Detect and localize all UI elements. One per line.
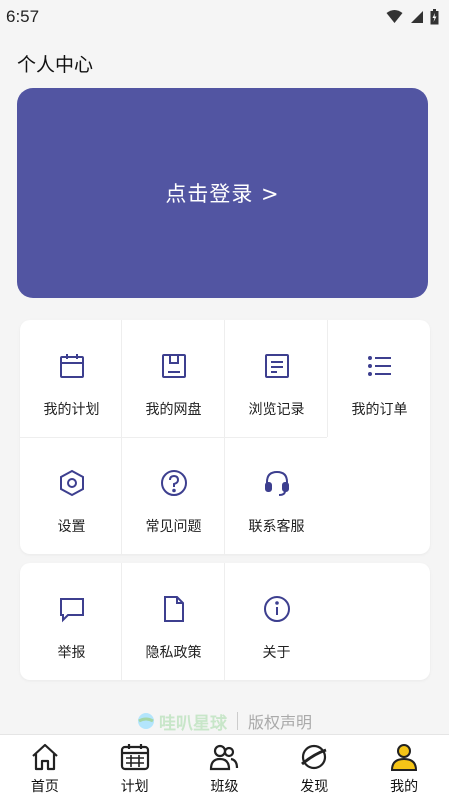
menu-item-label: 浏览记录 bbox=[248, 402, 305, 418]
tab-label: 首页 bbox=[30, 779, 59, 795]
tab-label: 班级 bbox=[210, 779, 239, 795]
calendar-icon bbox=[57, 351, 87, 381]
menu-item-label: 关于 bbox=[262, 645, 291, 661]
history-doc-icon bbox=[262, 351, 292, 381]
wifi-icon bbox=[386, 10, 403, 23]
user-icon bbox=[388, 741, 420, 773]
menu-item-label: 我的计划 bbox=[43, 402, 100, 418]
tab-label: 我的 bbox=[390, 779, 419, 795]
menu-item-label: 隐私政策 bbox=[145, 645, 202, 661]
menu-item-my-drive[interactable]: 我的网盘 bbox=[122, 320, 225, 419]
tab-class[interactable]: 班级 bbox=[180, 735, 270, 800]
footer-note: 哇叭星球 版权声明 bbox=[0, 708, 449, 734]
tab-mine[interactable]: 我的 bbox=[359, 735, 449, 800]
calendar-grid-icon bbox=[119, 741, 151, 773]
bottom-tab-bar: 首页 计划 班级 发现 我的 bbox=[0, 734, 449, 800]
battery-icon bbox=[430, 9, 439, 25]
menu-card-secondary: 举报 隐私政策 关于 bbox=[20, 563, 430, 680]
question-icon bbox=[159, 468, 189, 498]
divider bbox=[236, 712, 238, 730]
privacy-doc-icon bbox=[159, 594, 189, 624]
planet-icon bbox=[298, 741, 330, 773]
brand-planet-icon bbox=[137, 713, 154, 729]
copyright-link[interactable]: 版权声明 bbox=[248, 709, 312, 733]
menu-item-label: 联系客服 bbox=[248, 519, 305, 535]
tab-label: 发现 bbox=[300, 779, 329, 795]
brand-name: 哇叭星球 bbox=[158, 713, 227, 734]
menu-item-report[interactable]: 举报 bbox=[20, 563, 123, 662]
menu-item-history[interactable]: 浏览记录 bbox=[225, 320, 328, 419]
tab-discover[interactable]: 发现 bbox=[269, 735, 359, 800]
tab-label: 计划 bbox=[120, 779, 149, 795]
order-list-icon bbox=[365, 351, 395, 381]
login-label[interactable]: 点击登录 > bbox=[165, 178, 279, 208]
cloud-disk-icon bbox=[159, 351, 189, 381]
menu-item-label: 设置 bbox=[57, 519, 86, 535]
menu-item-label: 举报 bbox=[57, 645, 86, 661]
home-icon bbox=[29, 741, 61, 773]
menu-item-label: 我的网盘 bbox=[145, 402, 202, 418]
report-chat-icon bbox=[57, 594, 87, 624]
login-card[interactable]: 点击登录 > bbox=[17, 88, 428, 298]
brand-logo: 哇叭星球 bbox=[137, 709, 227, 734]
info-icon bbox=[262, 594, 292, 624]
menu-item-contact-support[interactable]: 联系客服 bbox=[225, 437, 328, 536]
menu-item-label: 我的订单 bbox=[351, 402, 408, 418]
menu-item-my-plan[interactable]: 我的计划 bbox=[20, 320, 123, 419]
headset-icon bbox=[262, 468, 292, 498]
tab-plan[interactable]: 计划 bbox=[90, 735, 180, 800]
menu-item-faq[interactable]: 常见问题 bbox=[122, 437, 225, 536]
tab-home[interactable]: 首页 bbox=[0, 735, 90, 800]
settings-hexagon-icon bbox=[57, 468, 87, 498]
menu-item-about[interactable]: 关于 bbox=[225, 563, 328, 662]
menu-item-settings[interactable]: 设置 bbox=[20, 437, 123, 536]
menu-item-my-orders[interactable]: 我的订单 bbox=[328, 320, 431, 419]
group-icon bbox=[208, 741, 240, 773]
menu-item-privacy-policy[interactable]: 隐私政策 bbox=[122, 563, 225, 662]
page-title: 个人中心 bbox=[17, 54, 94, 76]
status-time: 6:57 bbox=[6, 7, 40, 26]
status-bar: 6:57 bbox=[0, 0, 449, 34]
menu-card-primary: 我的计划 我的网盘 浏览记录 我的订单 设置 常见问题 联系客服 bbox=[20, 320, 430, 554]
menu-item-label: 常见问题 bbox=[145, 519, 202, 535]
signal-icon bbox=[411, 11, 423, 23]
